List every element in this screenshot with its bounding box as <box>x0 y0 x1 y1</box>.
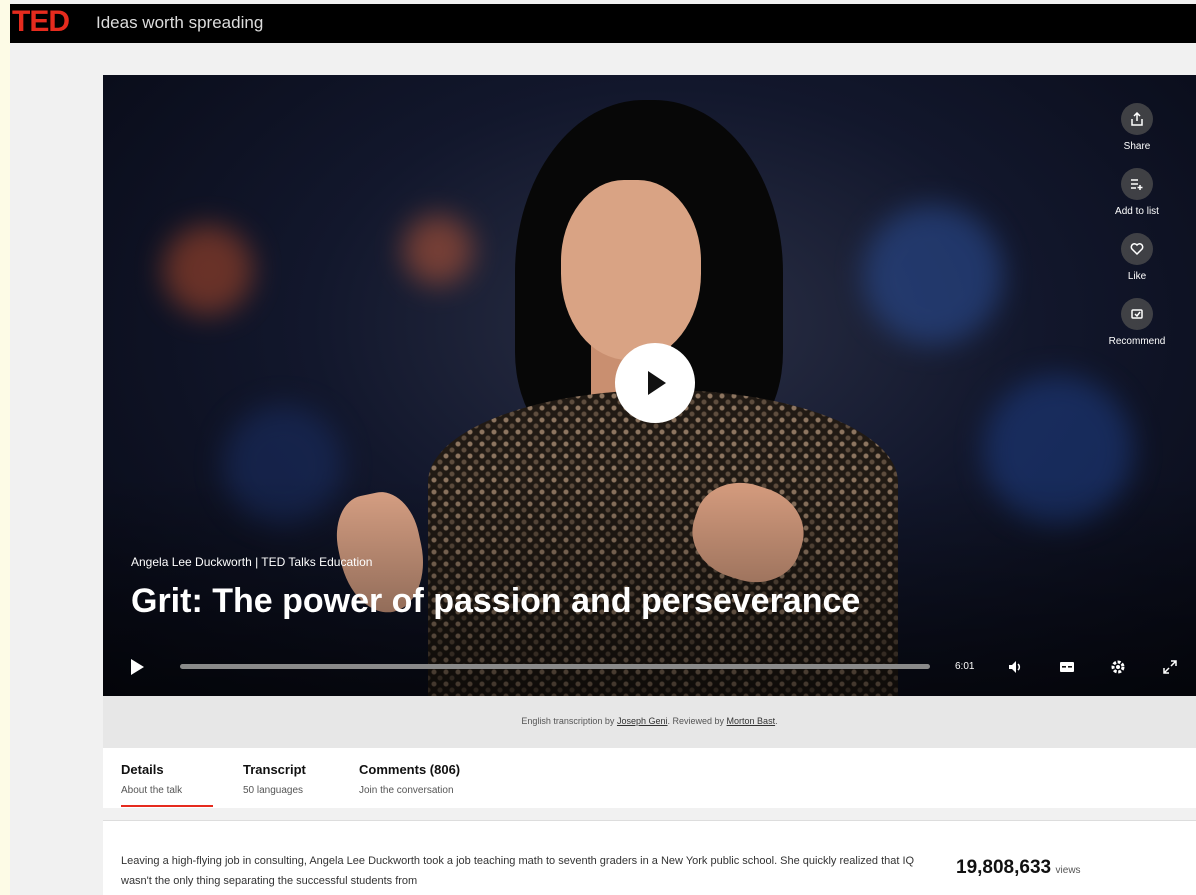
tab-comments-sub: Join the conversation <box>359 785 454 796</box>
add-to-list-label: Add to list <box>1115 206 1159 217</box>
settings-gear-icon[interactable] <box>1106 655 1130 679</box>
background-light <box>403 215 473 285</box>
credit-prefix: English transcription by <box>521 716 615 726</box>
volume-icon[interactable] <box>1003 655 1027 679</box>
add-to-list-icon <box>1121 168 1153 200</box>
play-button[interactable] <box>615 343 695 423</box>
like-label: Like <box>1127 271 1147 282</box>
talk-description: Leaving a high-flying job in consulting,… <box>121 855 915 887</box>
speaker-face <box>561 180 701 360</box>
tab-transcript[interactable]: Transcript 50 languages <box>243 762 306 796</box>
tagline: Ideas worth spreading <box>96 13 264 32</box>
duration-label: 6:01 <box>955 661 975 672</box>
recommend-label: Recommend <box>1108 336 1166 347</box>
credit-suffix: . <box>775 716 778 726</box>
active-tab-indicator <box>121 805 213 807</box>
transcriber-link[interactable]: Joseph Geni <box>617 716 668 726</box>
tab-details[interactable]: Details About the talk <box>121 762 182 796</box>
reviewer-link[interactable]: Morton Bast <box>727 716 776 726</box>
fullscreen-icon[interactable] <box>1158 655 1182 679</box>
tab-details-label: Details <box>121 762 164 777</box>
tab-comments[interactable]: Comments (806) Join the conversation <box>359 762 460 796</box>
like-button[interactable]: Like <box>1094 233 1180 282</box>
video-player[interactable]: Share Add to list Like Recommend Angela … <box>103 75 1196 696</box>
ted-logo[interactable]: TED <box>12 5 70 39</box>
background-light <box>863 205 1003 345</box>
play-icon[interactable] <box>131 659 144 675</box>
share-label: Share <box>1123 141 1151 152</box>
tab-details-sub: About the talk <box>121 785 183 796</box>
talk-tabs: Details About the talk Transcript 50 lan… <box>103 748 1196 808</box>
add-to-list-button[interactable]: Add to list <box>1094 168 1180 217</box>
share-button[interactable]: Share <box>1094 103 1180 152</box>
top-bar: TED Ideas worth spreading <box>10 4 1196 43</box>
talk-title: Grit: The power of passion and persevera… <box>131 582 861 620</box>
credit-text: English transcription by Joseph Geni. Re… <box>521 716 777 726</box>
page-frame: TED Ideas worth spreading Share Add to l… <box>10 0 1196 895</box>
tab-transcript-sub: 50 languages <box>243 785 304 796</box>
tab-transcript-label: Transcript <box>243 762 306 777</box>
heart-icon <box>1121 233 1153 265</box>
transcript-credits: English transcription by Joseph Geni. Re… <box>103 696 1196 748</box>
video-side-actions: Share Add to list Like Recommend <box>1094 103 1180 363</box>
captions-icon[interactable] <box>1055 655 1079 679</box>
credit-middle: . Reviewed by <box>667 716 725 726</box>
recommend-icon <box>1121 298 1153 330</box>
speaker-event-line: Angela Lee Duckworth | TED Talks Educati… <box>131 555 373 569</box>
views-number: 19,808,633 <box>956 857 1052 878</box>
share-icon <box>1121 103 1153 135</box>
view-count: 19,808,633 views <box>956 857 1081 879</box>
views-label: views <box>1055 865 1081 876</box>
progress-bar[interactable] <box>180 664 930 669</box>
player-controls: 6:01 <box>103 647 1196 687</box>
background-light <box>163 225 253 315</box>
talk-details: Leaving a high-flying job in consulting,… <box>103 821 1196 895</box>
recommend-button[interactable]: Recommend <box>1094 298 1180 347</box>
tab-comments-label: Comments (806) <box>359 762 461 777</box>
